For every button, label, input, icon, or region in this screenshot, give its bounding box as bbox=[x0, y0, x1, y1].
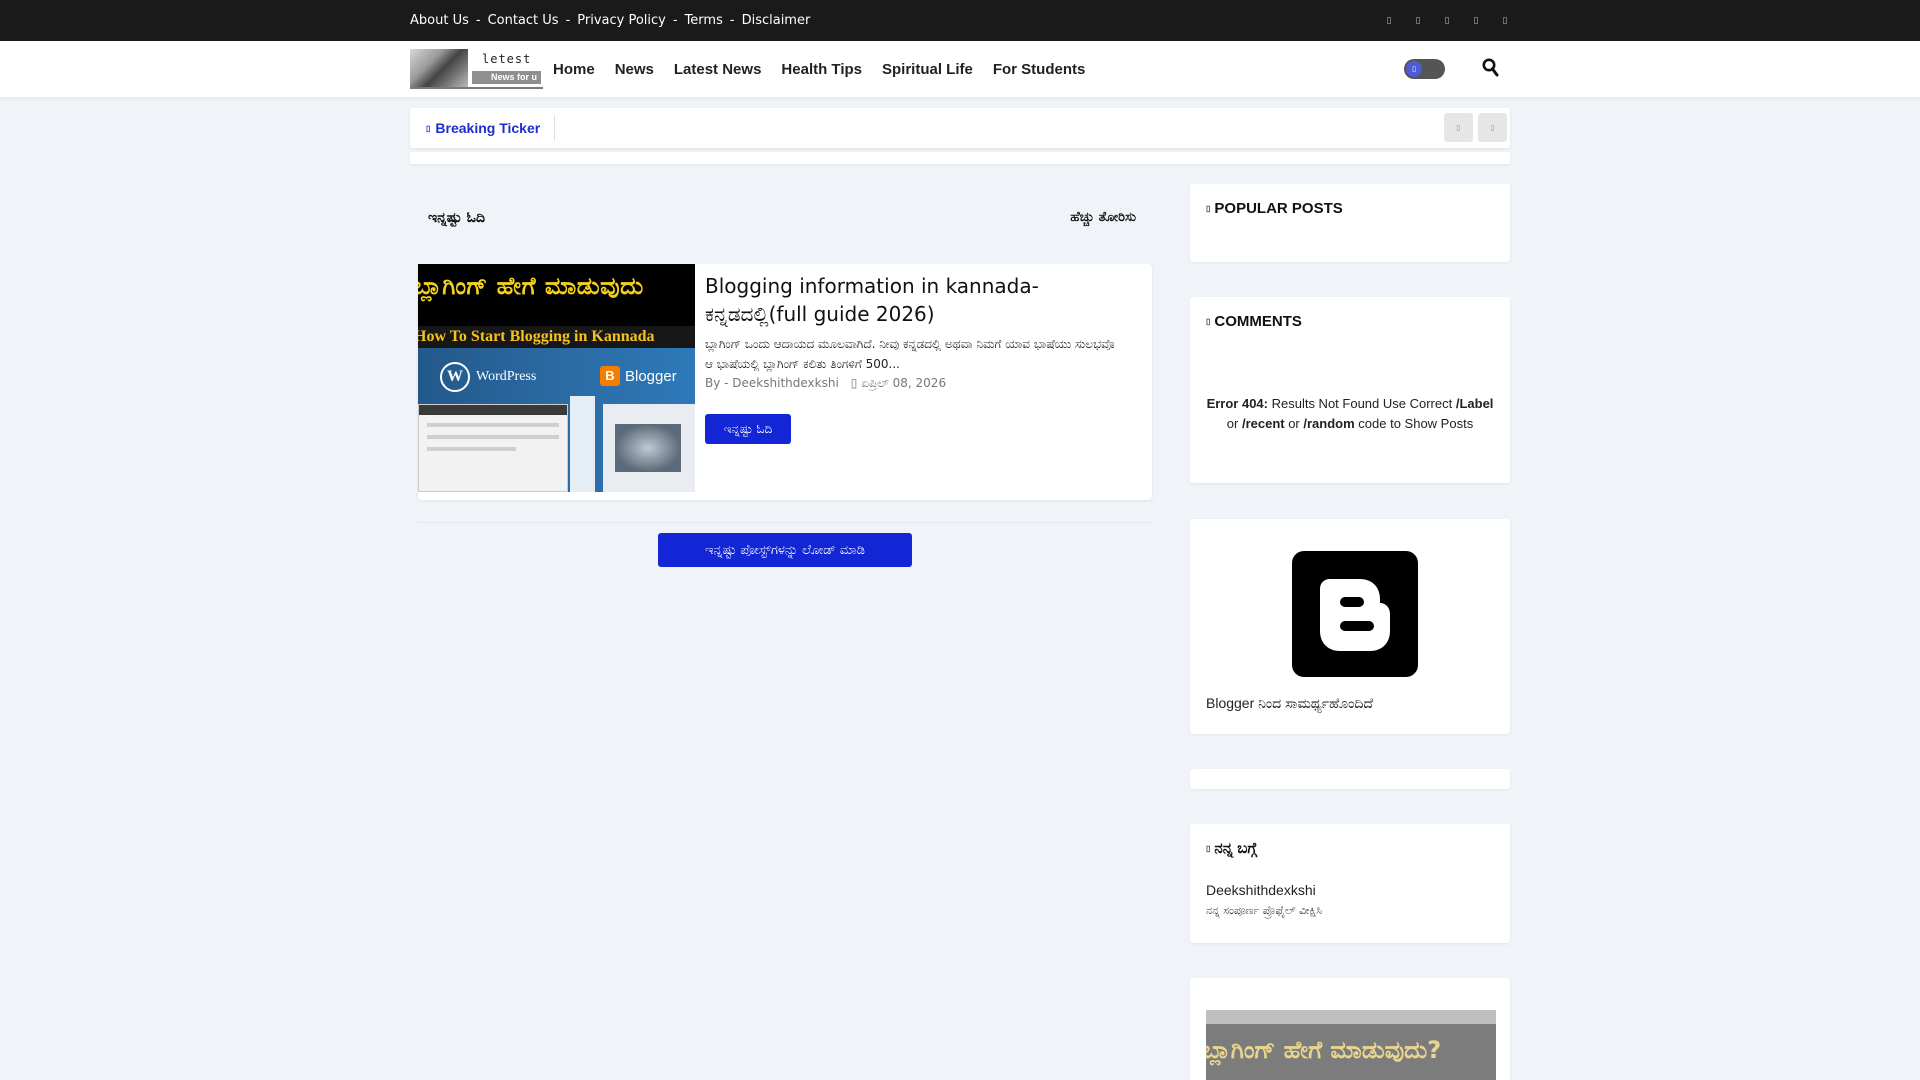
post-author[interactable]: By - Deekshithdexkshi bbox=[705, 376, 839, 391]
bolt-icon: ▯ bbox=[426, 123, 431, 133]
post-date: ▯ ಏಪ್ರಿಲ್ 08, 2026 bbox=[850, 376, 947, 390]
blogger-logo: B Blogger bbox=[600, 366, 677, 386]
comments-widget: ▯ COMMENTS Error 404: Results Not Found … bbox=[1190, 297, 1510, 483]
ticker-underline bbox=[410, 152, 1510, 164]
nav-spiritual-life[interactable]: Spiritual Life bbox=[882, 61, 973, 78]
bookmark-icon: ▯ bbox=[1206, 317, 1211, 326]
separator: - bbox=[475, 13, 481, 28]
post-excerpt: ಬ್ಲಾಗಿಂಗ್ ಒಂದು ಆದಾಯದ ಮೂಲವಾಗಿದೆ. ನೀವು ಕನ್… bbox=[705, 337, 1115, 371]
main-nav: Home News Latest News Health Tips Spirit… bbox=[553, 41, 1085, 97]
featured-post-widget: ಬ್ಲಾಗಿಂಗ್ ಹೇಗೆ ಮಾಡುವುದು? bbox=[1190, 978, 1510, 1080]
show-more-link[interactable]: ಹೆಚ್ಚು ತೋರಿಸು bbox=[1070, 210, 1136, 225]
powered-by-blogger[interactable]: Blogger ನಿಂದ ಸಾಮರ್ಥ್ಯಹೊಂದಿದೆ bbox=[1206, 695, 1373, 712]
post-meta: By - Deekshithdexkshi ▯ ಏಪ್ರಿಲ್ 08, 2026 bbox=[705, 376, 946, 391]
youtube-icon[interactable]: ▯ bbox=[1471, 16, 1481, 26]
bookmark-icon: ▯ bbox=[1206, 844, 1211, 853]
breaking-ticker: ▯ Breaking Ticker ▯ ▯ bbox=[410, 108, 1510, 148]
twitter-icon[interactable]: ▯ bbox=[1413, 16, 1423, 26]
profile-name-link[interactable]: Deekshithdexkshi bbox=[1206, 882, 1316, 898]
ticker-label: Breaking Ticker bbox=[435, 120, 541, 136]
telegram-icon[interactable]: ▯ bbox=[1500, 16, 1510, 26]
ticker-prev-button[interactable]: ▯ bbox=[1444, 113, 1473, 142]
contact-us-link[interactable]: Contact Us bbox=[488, 13, 559, 28]
nav-home[interactable]: Home bbox=[553, 61, 595, 78]
section-header: ಇನ್ನಷ್ಟು ಓದಿ ಹೆಚ್ಚು ತೋರಿಸು bbox=[428, 210, 1136, 234]
bookmark-icon: ▯ bbox=[1206, 204, 1211, 213]
divider bbox=[418, 522, 1152, 523]
nav-health-tips[interactable]: Health Tips bbox=[781, 61, 862, 78]
screenshot-image bbox=[603, 404, 695, 492]
blogger-icon: B bbox=[600, 366, 620, 386]
featured-post-image[interactable]: ಬ್ಲಾಗಿಂಗ್ ಹೇಗೆ ಮಾಡುವುದು? bbox=[1206, 1010, 1496, 1080]
logo-text: letest bbox=[482, 52, 532, 66]
empty-widget bbox=[1190, 769, 1510, 789]
social-links: ▯ ▯ ▯ ▯ ▯ bbox=[1384, 0, 1510, 41]
view-profile-link[interactable]: ನನ್ನ ಸಂಪೂರ್ಣ ಪ್ರೊಫೈಲ್ ವೀಕ್ಷಿಸಿ bbox=[1206, 904, 1322, 918]
blogger-widget: Blogger ನಿಂದ ಸಾಮರ್ಥ್ಯಹೊಂದಿದೆ bbox=[1190, 519, 1510, 734]
about-us-link[interactable]: About Us bbox=[410, 13, 469, 28]
thumbnail-english-text: How To Start Blogging in Kannada bbox=[418, 326, 695, 348]
load-more-button[interactable]: ಇನ್ನಷ್ಟು ಪೋಸ್ಟ್‌ಗಳನ್ನು ಲೋಡ್ ಮಾಡಿ bbox=[658, 533, 912, 567]
divider bbox=[554, 115, 555, 141]
logo-image bbox=[410, 49, 468, 87]
widget-title: POPULAR POSTS bbox=[1214, 200, 1343, 217]
site-header: letest News for u Home News Latest News … bbox=[0, 41, 1920, 97]
dark-mode-toggle[interactable]: ▯ bbox=[1404, 59, 1445, 79]
separator: - bbox=[672, 13, 678, 28]
about-me-widget: ▯ ನನ್ನ ಬಗ್ಗೆ Deekshithdexkshi ನನ್ನ ಸಂಪೂರ… bbox=[1190, 824, 1510, 943]
screenshot-image bbox=[418, 404, 568, 492]
separator: - bbox=[729, 13, 735, 28]
privacy-policy-link[interactable]: Privacy Policy bbox=[577, 13, 666, 28]
section-title: ಇನ್ನಷ್ಟು ಓದಿ bbox=[428, 210, 486, 226]
popular-posts-widget: ▯ POPULAR POSTS bbox=[1190, 184, 1510, 262]
logo-tagline: News for u bbox=[472, 71, 541, 84]
site-logo[interactable]: letest News for u bbox=[410, 49, 543, 89]
post-thumbnail[interactable]: ಬ್ಲಾಗಿಂಗ್ ಹೇಗೆ ಮಾಡುವುದು How To Start Blo… bbox=[418, 264, 695, 492]
top-links: About Us - Contact Us - Privacy Policy -… bbox=[410, 0, 810, 41]
facebook-icon[interactable]: ▯ bbox=[1384, 16, 1394, 26]
post-card: ಬ್ಲಾಗಿಂಗ್ ಹೇಗೆ ಮಾಡುವುದು How To Start Blo… bbox=[418, 264, 1152, 500]
moon-icon: ▯ bbox=[1406, 61, 1422, 77]
read-more-button[interactable]: ಇನ್ನಷ್ಟು ಓದಿ bbox=[705, 414, 791, 444]
thumbnail-kannada-text: ಬ್ಲಾಗಿಂಗ್ ಹೇಗೆ ಮಾಡುವುದು bbox=[418, 272, 644, 300]
separator: - bbox=[565, 13, 571, 28]
disclaimer-link[interactable]: Disclaimer bbox=[742, 13, 811, 28]
nav-latest-news[interactable]: Latest News bbox=[674, 61, 762, 78]
nav-news[interactable]: News bbox=[615, 61, 654, 78]
ticker-next-button[interactable]: ▯ bbox=[1478, 113, 1507, 142]
error-message: Error 404: Results Not Found Use Correct… bbox=[1206, 396, 1494, 431]
instagram-icon[interactable]: ▯ bbox=[1442, 16, 1452, 26]
blogger-icon[interactable] bbox=[1292, 551, 1418, 677]
widget-title: ನನ್ನ ಬಗ್ಗೆ bbox=[1214, 840, 1258, 857]
top-bar: About Us - Contact Us - Privacy Policy -… bbox=[0, 0, 1920, 41]
wordpress-icon: W bbox=[440, 362, 470, 392]
widget-title: COMMENTS bbox=[1214, 313, 1302, 330]
nav-for-students[interactable]: For Students bbox=[993, 61, 1086, 78]
post-title[interactable]: Blogging information in kannada- ಕನ್ನಡದಲ… bbox=[705, 272, 1145, 328]
terms-link[interactable]: Terms bbox=[685, 13, 723, 28]
featured-image-text: ಬ್ಲಾಗಿಂಗ್ ಹೇಗೆ ಮಾಡುವುದು? bbox=[1206, 1036, 1442, 1064]
wordpress-logo: W WordPress bbox=[440, 362, 536, 392]
search-icon[interactable] bbox=[1482, 58, 1500, 78]
